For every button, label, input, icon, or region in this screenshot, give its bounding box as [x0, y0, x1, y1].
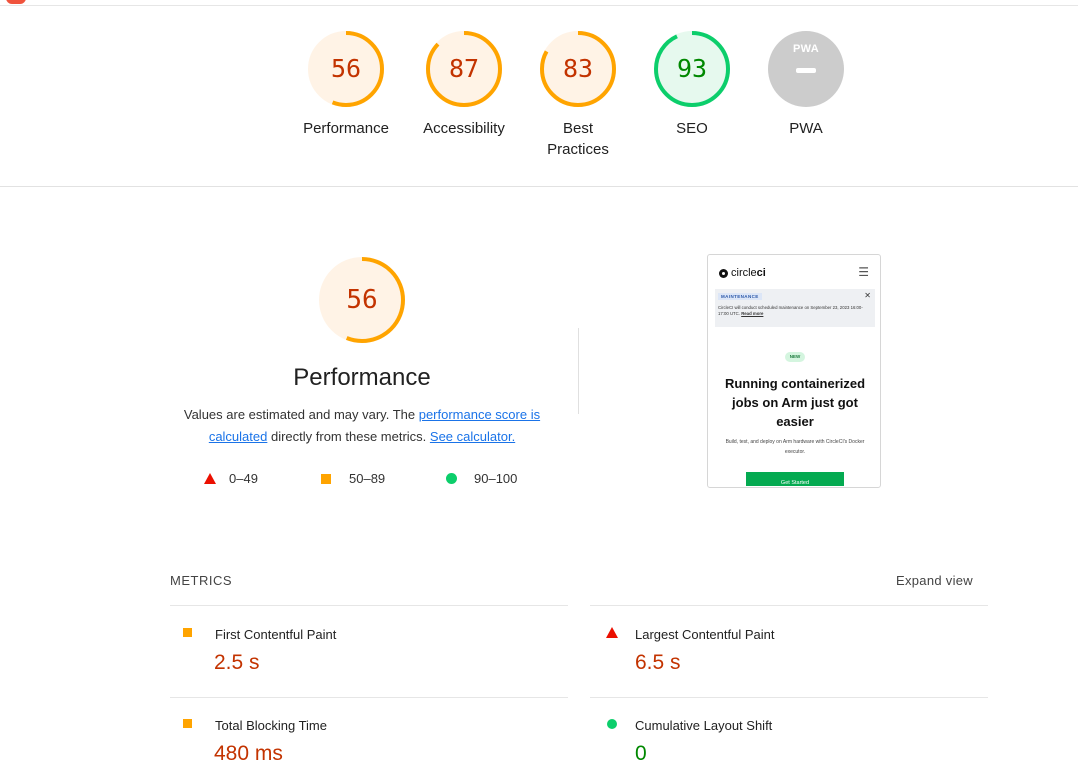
metric-value: 480 ms — [214, 742, 283, 765]
legend-range: 50–89 — [349, 471, 386, 486]
gauge-best-practices[interactable]: 83 Best Practices — [522, 30, 634, 160]
pwa-dash-icon — [796, 68, 816, 73]
gauge-label: Accessibility — [423, 120, 505, 137]
expand-view-toggle[interactable]: Expand view — [870, 573, 973, 588]
maintenance-text: CircleCI will conduct scheduled maintena… — [718, 305, 868, 317]
close-icon: ✕ — [864, 291, 871, 300]
legend-range: 90–100 — [474, 471, 518, 486]
metric-name: Total Blocking Time — [215, 718, 327, 733]
gauge-score: 93 — [676, 54, 708, 83]
circleci-logo: circle ci — [719, 267, 766, 279]
gauge-label: Best Practices — [547, 120, 609, 158]
maintenance-badge: MAINTENANCE — [718, 293, 762, 300]
circle-pass-icon — [446, 473, 457, 484]
legend-pass: 90–100 — [446, 471, 517, 486]
metric-value: 0 — [635, 742, 647, 765]
circleci-logo-icon — [719, 268, 728, 278]
gauge-label: SEO — [676, 120, 708, 137]
gauge-ring: 93 — [653, 30, 731, 108]
gauge-label: Performance — [303, 120, 389, 137]
performance-score: 56 — [346, 285, 378, 315]
legend-range: 0–49 — [229, 471, 258, 486]
metric-value: 6.5 s — [635, 651, 681, 674]
metric-divider — [170, 605, 568, 606]
gauge-score: 83 — [562, 54, 594, 83]
performance-description: Values are estimated and may vary. The p… — [162, 404, 562, 448]
final-screenshot-thumbnail[interactable]: circle ci ☰ MAINTENANCE ✕ CircleCI will c… — [707, 254, 881, 488]
square-average-icon — [183, 628, 192, 637]
square-average-icon — [321, 473, 331, 484]
gauge-pwa[interactable]: PWA PWA — [750, 30, 862, 139]
triangle-fail-icon — [606, 627, 618, 638]
hero-subtext: Build, test, and deploy on Arm hardware … — [725, 439, 865, 455]
get-started-button: Get Started — [746, 472, 844, 486]
pwa-badge-text: PWA — [793, 43, 819, 55]
circle-pass-icon — [607, 719, 617, 729]
gauge-score: 87 — [448, 54, 480, 83]
metric-divider — [170, 697, 568, 698]
maintenance-banner: MAINTENANCE ✕ CircleCI will conduct sche… — [715, 289, 875, 327]
metric-name: Cumulative Layout Shift — [635, 718, 773, 733]
metric-name: First Contentful Paint — [215, 627, 337, 642]
metric-value: 2.5 s — [214, 651, 260, 674]
new-badge: NEW — [785, 352, 805, 362]
gauge-accessibility[interactable]: 87 Accessibility — [408, 30, 520, 139]
brand-prefix: circle — [731, 267, 757, 279]
legend-average: 50–89 — [321, 471, 385, 486]
gauge-ring: 87 — [425, 30, 503, 108]
triangle-fail-icon — [204, 473, 216, 484]
desc-text: directly from these metrics. — [267, 429, 430, 444]
hero-headline: Running containerized jobs on Arm just g… — [724, 376, 866, 429]
gauge-ring: 83 — [539, 30, 617, 108]
hamburger-menu-icon: ☰ — [858, 265, 869, 279]
section-divider — [0, 186, 1078, 187]
metric-divider — [590, 605, 988, 606]
pwa-badge-icon: PWA — [767, 30, 845, 108]
vertical-divider — [578, 328, 579, 414]
metrics-heading: METRICS — [170, 573, 232, 588]
performance-gauge: 56 — [318, 256, 406, 344]
square-average-icon — [183, 719, 192, 728]
brand-bold: ci — [756, 267, 766, 279]
gauge-seo[interactable]: 93 SEO — [636, 30, 748, 139]
metric-name: Largest Contentful Paint — [635, 627, 775, 642]
banner-text: CircleCI will conduct scheduled maintena… — [718, 305, 863, 316]
metric-divider — [590, 697, 988, 698]
report-top-bar — [0, 0, 1078, 6]
performance-title: Performance — [293, 364, 431, 391]
gauge-score: 56 — [330, 54, 362, 83]
desc-text: Values are estimated and may vary. The — [183, 407, 419, 422]
legend-fail: 0–49 — [204, 471, 258, 486]
see-calculator-link[interactable]: See calculator. — [430, 429, 515, 444]
read-more-link: Read more — [741, 311, 764, 316]
gauge-label: PWA — [789, 120, 823, 137]
gauge-performance[interactable]: 56 Performance — [290, 30, 402, 139]
gauge-ring: 56 — [307, 30, 385, 108]
